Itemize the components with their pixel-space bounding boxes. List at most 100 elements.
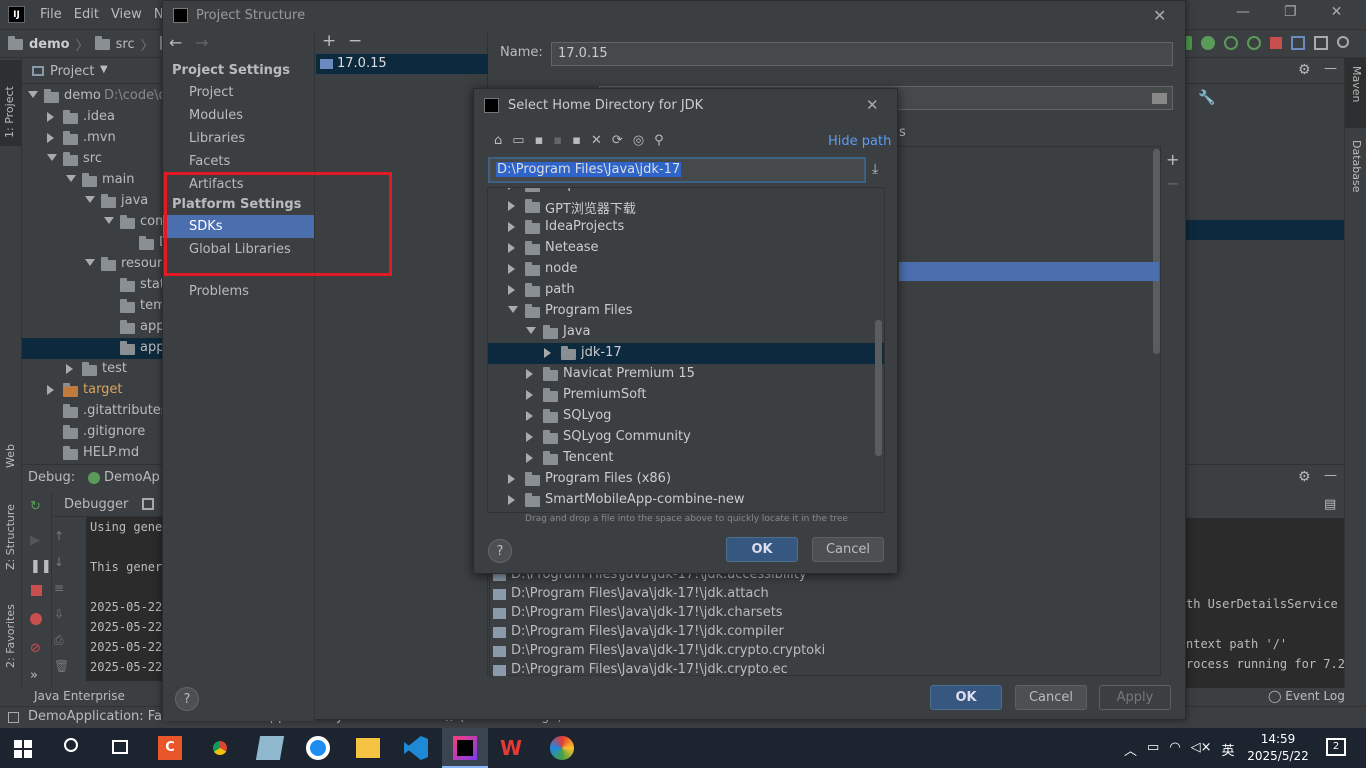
classpath-selected-row[interactable] [899,262,1159,281]
tool-tab-maven[interactable]: Maven [1345,58,1366,128]
chevron-down-icon[interactable]: ▼ [100,64,108,75]
folder-tree-row[interactable]: PremiumSoft [488,385,884,406]
project-tree-row[interactable]: resource [22,254,162,275]
folder-tree-row[interactable]: Tencent [488,448,884,469]
classpath-row[interactable]: D:\Program Files\Java\jdk-17!\jdk.charse… [489,604,1149,623]
classpath-row[interactable]: D:\Program Files\Java\jdk-17!\jdk.attach [489,585,1149,604]
ps-cancel-button[interactable]: Cancel [1015,685,1087,710]
debugger-tab[interactable]: Debugger [52,493,162,517]
debug-tab[interactable]: DemoAp [88,470,160,485]
resume-icon[interactable]: ▶ [30,533,40,548]
debug-icon[interactable] [1201,36,1215,50]
chevron-down-icon[interactable] [66,175,76,182]
add-path-icon[interactable]: + [1166,150,1179,169]
maximize-icon[interactable]: ❐ [1284,4,1297,20]
ime-indicator[interactable]: 英 [1222,740,1235,759]
console-icon[interactable] [142,498,154,510]
classpath-row[interactable]: D:\Program Files\Java\jdk-17!\jdk.compil… [489,623,1149,642]
close-window-icon[interactable]: ✕ [1331,4,1343,20]
mute-icon[interactable]: ⊘ [30,641,41,656]
folder-tree-row[interactable]: Java [488,322,884,343]
chevron-right-icon[interactable] [47,385,54,395]
project-tree-row[interactable]: main [22,170,162,191]
classpath-row[interactable]: D:\Program Files\Java\jdk-17!\jdk.crypto… [489,661,1149,680]
nav-facets[interactable]: Facets [189,154,230,169]
project-tree-row[interactable]: java [22,191,162,212]
help-button[interactable]: ? [488,539,512,563]
search-everywhere-icon[interactable] [1337,36,1349,48]
gear-icon[interactable]: ⚙ [1298,62,1311,78]
project-structure-icon[interactable] [1291,36,1305,50]
folder-tree-row[interactable]: IdeaProjects [488,217,884,238]
chevron-right-icon[interactable] [526,453,533,463]
pause-icon[interactable]: ❚❚ [30,559,52,574]
chevron-right-icon[interactable] [47,112,54,122]
folder-browse-icon[interactable] [1152,93,1167,104]
battery-icon[interactable]: ▭ [1147,740,1159,759]
chevron-down-icon[interactable] [104,217,114,224]
chevron-right-icon[interactable] [508,243,515,253]
ps-apply-button[interactable]: Apply [1099,685,1171,710]
tool-tab-database[interactable]: Database [1350,140,1363,193]
chevron-right-icon[interactable] [508,222,515,232]
path-field[interactable]: D:\Program Files\Java\jdk-17 [488,157,866,183]
vscode-icon[interactable] [404,736,428,760]
folder-tree-row[interactable]: SQLyog [488,406,884,427]
folder-tree-row[interactable]: eclipse [488,188,884,196]
refresh-icon[interactable]: ⟳ [612,133,623,148]
breakpoints-icon[interactable] [30,613,42,625]
wps-icon[interactable]: W [500,736,526,760]
chevron-right-icon[interactable] [508,495,515,505]
nav-libraries[interactable]: Libraries [189,131,245,146]
home-icon[interactable]: ⌂ [494,133,502,148]
folder-tree-row[interactable]: SQLyog Community [488,427,884,448]
project-tree-row[interactable]: .gitattributes [22,401,162,422]
clock[interactable]: 14:59 2025/5/22 [1246,731,1310,765]
java-enterprise-tab[interactable]: Java Enterprise [34,689,125,703]
folder-tree-row[interactable]: Program Files [488,301,884,322]
delete-icon[interactable]: ✕ [591,133,602,148]
step-up-icon[interactable]: ↑ [54,523,76,549]
chevron-down-icon[interactable] [526,327,536,334]
project-dir-icon[interactable]: ▪ [535,133,544,148]
notification-icon[interactable]: 2 [1326,738,1346,756]
menu-edit[interactable]: Edit [74,7,99,22]
project-tree-row[interactable]: temp [22,296,162,317]
chevron-right-icon[interactable] [508,474,515,484]
qq-browser-icon[interactable] [306,736,330,760]
chevron-right-icon[interactable] [544,348,551,358]
tool-tab-project[interactable]: 1: Project [0,60,22,146]
chevron-down-icon[interactable] [85,196,95,203]
scroll-end-icon[interactable]: ⇩ [54,601,76,627]
breadcrumb-src[interactable]: src [116,37,135,52]
chevron-right-icon[interactable] [47,133,54,143]
project-tree-row[interactable]: demo D:\code\d [22,86,162,107]
tree-scrollbar[interactable] [875,320,882,456]
file-explorer-icon[interactable] [356,738,380,758]
project-tree-row[interactable]: test [22,359,162,380]
project-tree-row[interactable]: src [22,149,162,170]
wifi-icon[interactable]: ◠ [1169,740,1180,759]
tool-tab-web[interactable]: Web [4,428,17,468]
layout-icon[interactable] [1314,36,1328,50]
volume-icon[interactable]: ◁× [1191,740,1212,759]
chevron-right-icon[interactable] [508,188,515,190]
coverage-icon[interactable] [1224,36,1238,50]
event-log-tab[interactable]: ◯ Event Log [1268,689,1345,703]
chevron-right-icon[interactable] [526,390,533,400]
stop-icon[interactable] [1270,37,1282,49]
layout-icon[interactable]: ▤ [1324,497,1336,512]
chevron-right-icon[interactable] [508,264,515,274]
close-icon[interactable]: ✕ [866,96,879,114]
project-tree-row[interactable]: appli [22,317,162,338]
project-tree-row[interactable]: .idea [22,107,162,128]
project-tree-row[interactable]: D [22,233,162,254]
classpath-scrollbar[interactable] [1153,149,1160,354]
project-header-label[interactable]: Project [50,64,94,79]
folder-tree-row[interactable]: jdk-17 [488,343,884,364]
link-icon[interactable]: ⚲ [654,133,664,148]
tool-tab-favorites[interactable]: 2: Favorites [4,588,17,668]
show-hidden-icon[interactable]: ◎ [633,133,644,148]
nav-project[interactable]: Project [189,85,233,100]
menu-file[interactable]: File [40,7,62,22]
